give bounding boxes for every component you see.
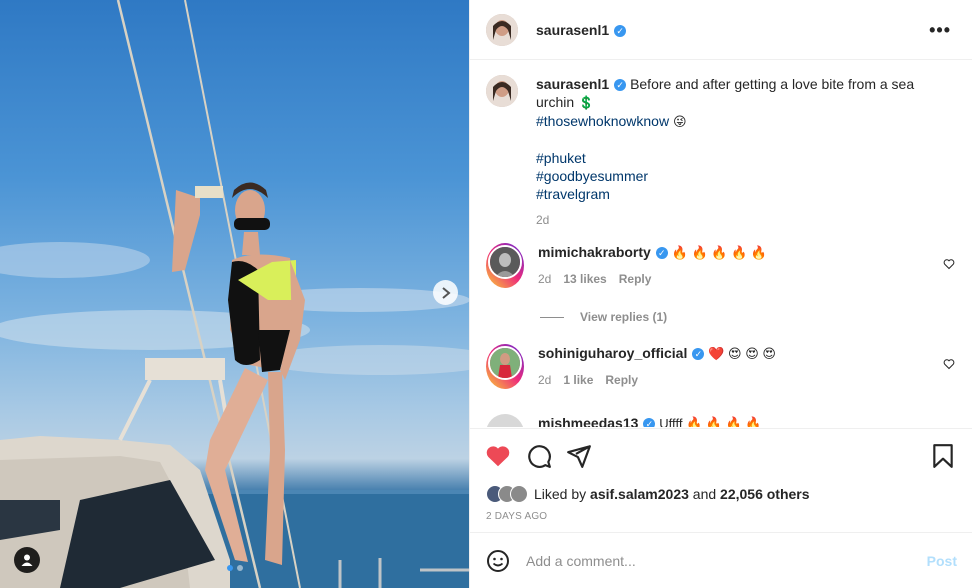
comment-meta: 2d 1 like Reply bbox=[538, 371, 928, 389]
comment-body: mishmeedas13 ✓ Uffff 🔥 🔥 🔥 🔥 bbox=[538, 414, 928, 427]
comments-section: saurasenl1 ✓ Before and after getting a l… bbox=[470, 61, 972, 427]
comment-body: sohiniguharoy_official ✓ ❤️ 😍 😍 😍 2d 1 li… bbox=[538, 344, 928, 389]
caption-emoji: 💲 bbox=[578, 95, 595, 110]
chevron-right-icon bbox=[441, 286, 451, 299]
bookmark-icon[interactable] bbox=[930, 443, 956, 469]
hashtag-link[interactable]: #thosewhoknowknow bbox=[536, 113, 669, 129]
comment-username[interactable]: mishmeedas13 bbox=[538, 415, 638, 427]
commenter-avatar-ring[interactable] bbox=[486, 344, 524, 389]
commenter-avatar bbox=[490, 247, 520, 277]
share-icon[interactable] bbox=[566, 443, 592, 469]
caption-body: saurasenl1 ✓ Before and after getting a l… bbox=[536, 75, 916, 229]
more-options-icon[interactable]: ••• bbox=[929, 20, 951, 41]
verified-badge-icon: ✓ bbox=[692, 348, 705, 361]
comment-likes[interactable]: 13 likes bbox=[563, 270, 606, 288]
comment-username[interactable]: sohiniguharoy_official bbox=[538, 345, 687, 361]
comment-body: mimichakraborty ✓ 🔥 🔥 🔥 🔥 🔥 2d 13 likes R… bbox=[538, 243, 928, 288]
liked-by-user-link[interactable]: asif.salam2023 bbox=[590, 486, 689, 502]
post-comment-button[interactable]: Post bbox=[927, 553, 957, 569]
heart-icon[interactable] bbox=[485, 443, 511, 469]
commenter-avatar[interactable] bbox=[486, 414, 524, 427]
like-comment-icon[interactable] bbox=[943, 258, 955, 270]
verified-badge-icon: ✓ bbox=[614, 24, 627, 37]
author-username[interactable]: saurasenl1 ✓ bbox=[536, 22, 627, 38]
carousel-dot bbox=[237, 565, 243, 571]
comment-time: 2d bbox=[538, 373, 552, 387]
comment-time: 2d bbox=[538, 272, 552, 286]
carousel-dot bbox=[227, 565, 233, 571]
others-link[interactable]: 22,056 others bbox=[720, 486, 810, 502]
comment-row: mimichakraborty ✓ 🔥 🔥 🔥 🔥 🔥 2d 13 likes R… bbox=[486, 243, 928, 288]
comment-likes[interactable]: 1 like bbox=[563, 371, 593, 389]
comment-meta: 2d 13 likes Reply bbox=[538, 270, 928, 288]
commenter-avatar bbox=[490, 348, 520, 378]
verified-badge-icon: ✓ bbox=[643, 418, 656, 427]
comment-text: 🔥 🔥 🔥 🔥 🔥 bbox=[671, 245, 768, 260]
hashtag-link[interactable]: #travelgram bbox=[536, 185, 916, 203]
comment-text: ❤️ 😍 😍 😍 bbox=[708, 346, 776, 361]
comment-icon[interactable] bbox=[526, 443, 552, 469]
liker-avatars bbox=[486, 485, 528, 503]
comment-row: sohiniguharoy_official ✓ ❤️ 😍 😍 😍 2d 1 li… bbox=[486, 344, 928, 389]
like-comment-icon[interactable] bbox=[943, 358, 955, 370]
commenter-avatar-ring[interactable] bbox=[486, 243, 524, 288]
verified-badge-icon: ✓ bbox=[655, 247, 668, 260]
verified-badge-icon: ✓ bbox=[614, 79, 627, 92]
caption-avatar[interactable] bbox=[486, 75, 518, 107]
next-photo-button[interactable] bbox=[433, 280, 458, 305]
post-header: saurasenl1 ✓ ••• bbox=[470, 0, 972, 60]
post-photo[interactable] bbox=[0, 0, 469, 588]
post-time: 2 DAYS AGO bbox=[486, 511, 548, 522]
caption-tag-emoji: 😜 bbox=[672, 114, 687, 129]
caption-row: saurasenl1 ✓ Before and after getting a l… bbox=[486, 75, 916, 229]
comment-text: Uffff 🔥 🔥 🔥 🔥 bbox=[659, 416, 762, 427]
comment-input[interactable] bbox=[526, 552, 927, 569]
reply-button[interactable]: Reply bbox=[605, 371, 638, 389]
tagged-users-button[interactable] bbox=[14, 547, 40, 573]
author-avatar[interactable] bbox=[486, 13, 518, 46]
comment-row: mishmeedas13 ✓ Uffff 🔥 🔥 🔥 🔥 bbox=[486, 414, 928, 427]
comment-username[interactable]: mimichakraborty bbox=[538, 244, 651, 260]
post-panel: saurasenl1 ✓ ••• saurasenl1 ✓ Before and a… bbox=[469, 0, 972, 588]
carousel-dots bbox=[227, 565, 243, 571]
replies-line bbox=[540, 316, 564, 318]
caption-time: 2d bbox=[536, 213, 550, 227]
photo-scene bbox=[0, 0, 469, 588]
likes-summary: Liked by asif.salam2023 and 22,056 other… bbox=[486, 485, 810, 503]
caption-meta: 2d bbox=[536, 211, 916, 229]
hashtag-link[interactable]: #phuket bbox=[536, 149, 916, 167]
view-replies-button[interactable]: View replies (1) bbox=[540, 310, 667, 324]
emoji-icon[interactable] bbox=[486, 549, 510, 573]
add-comment-bar: Post bbox=[470, 532, 972, 588]
reply-button[interactable]: Reply bbox=[619, 270, 652, 288]
caption-username[interactable]: saurasenl1 bbox=[536, 76, 609, 92]
user-icon bbox=[21, 554, 33, 566]
hashtag-link[interactable]: #goodbyesummer bbox=[536, 167, 916, 185]
